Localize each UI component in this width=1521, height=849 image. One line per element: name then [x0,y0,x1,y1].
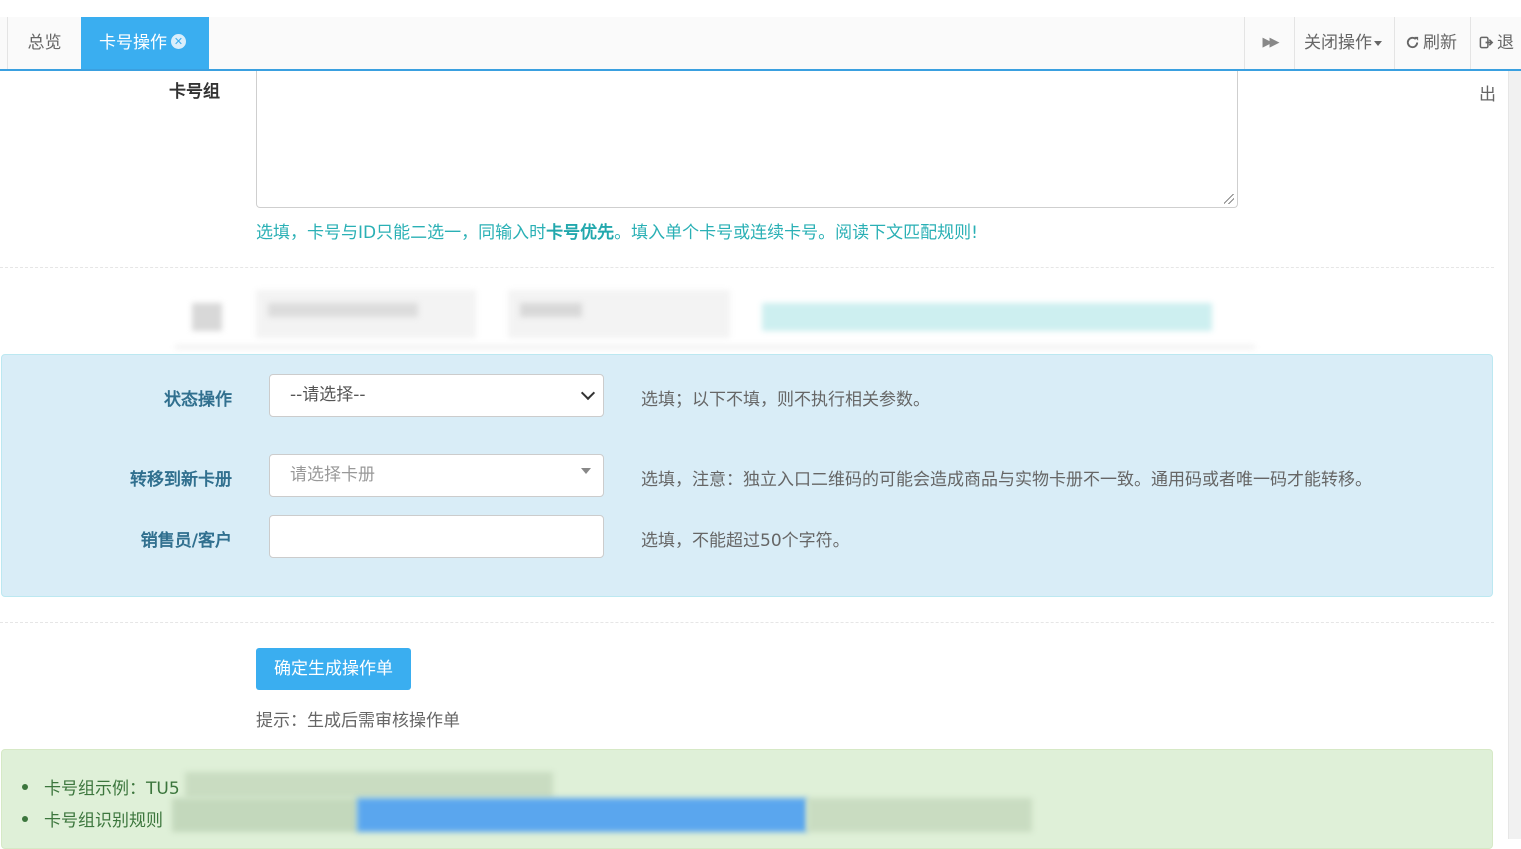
close-operations-label: 关闭操作 [1304,33,1372,53]
list-item: 卡号组识别规则 [22,806,163,831]
list-item: 卡号组示例：TU5 [22,774,180,799]
tab-bar: 总览 卡号操作 ✕ ▶▶ 关闭操作 刷新 退出 [0,17,1521,105]
transfer-album-label: 转移到新卡册 [130,470,232,490]
tab-card-operation[interactable]: 卡号操作 ✕ [81,17,209,69]
caret-down-icon [1374,40,1382,46]
redacted-text [268,303,418,317]
redacted-divider [175,345,1255,349]
redacted-text [185,772,553,798]
salesperson-input[interactable] [269,515,604,558]
bullet-icon [22,784,28,790]
redacted-hint [762,303,1212,331]
status-operation-value: --请选择-- [290,385,366,405]
card-group-textarea[interactable] [256,71,1238,208]
redacted-label [192,303,222,331]
card-group-hint: 选填，卡号与ID只能二选一，同输入时卡号优先。填入单个卡号或连续卡号。阅读下文匹… [256,223,978,243]
transfer-album-placeholder: 请选择卡册 [290,465,375,485]
chevron-down-icon [580,385,596,401]
card-group-rules: 卡号组识别规则 [44,811,163,831]
caret-down-icon [581,468,591,474]
close-icon[interactable]: ✕ [171,33,186,49]
redacted-link [357,798,807,832]
redacted-text [520,303,582,317]
redacted-text [807,798,1032,832]
generate-order-button[interactable]: 确定生成操作单 [256,648,411,690]
divider [0,622,1494,623]
tab-overview[interactable]: 总览 [7,17,81,69]
card-priority-text: 卡号优先 [546,223,615,243]
tab-overview-label: 总览 [27,33,62,53]
card-group-label: 卡号组 [169,82,220,102]
sign-out-icon [1479,36,1494,49]
redacted-text [172,798,358,832]
transfer-album-select[interactable]: 请选择卡册 [269,454,604,497]
refresh-button[interactable]: 刷新 [1394,17,1470,69]
resize-handle-icon[interactable] [1224,194,1234,204]
divider [0,267,1494,268]
refresh-label: 刷新 [1423,33,1457,53]
vertical-scrollbar[interactable] [1508,71,1521,839]
salesperson-help: 选填，不能超过50个字符。 [641,531,850,551]
status-operation-select[interactable]: --请选择-- [269,374,604,417]
status-operation-label: 状态操作 [164,390,232,410]
tab-card-operation-label: 卡号操作 [99,33,167,53]
transfer-album-help: 选填，注意：独立入口二维码的可能会造成商品与实物卡册不一致。通用码或者唯一码才能… [641,470,1372,490]
status-operation-help: 选填；以下不填，则不执行相关参数。 [641,390,930,410]
forward-icon[interactable]: ▶▶ [1244,17,1294,69]
refresh-icon [1406,36,1419,49]
bullet-icon [22,816,28,822]
card-group-example: 卡号组示例：TU5 [44,779,180,799]
salesperson-label: 销售员/客户 [140,531,232,551]
close-operations-dropdown[interactable]: 关闭操作 [1294,17,1394,69]
exit-button[interactable]: 退出 [1470,17,1521,105]
submit-tip: 提示：生成后需审核操作单 [256,711,460,731]
